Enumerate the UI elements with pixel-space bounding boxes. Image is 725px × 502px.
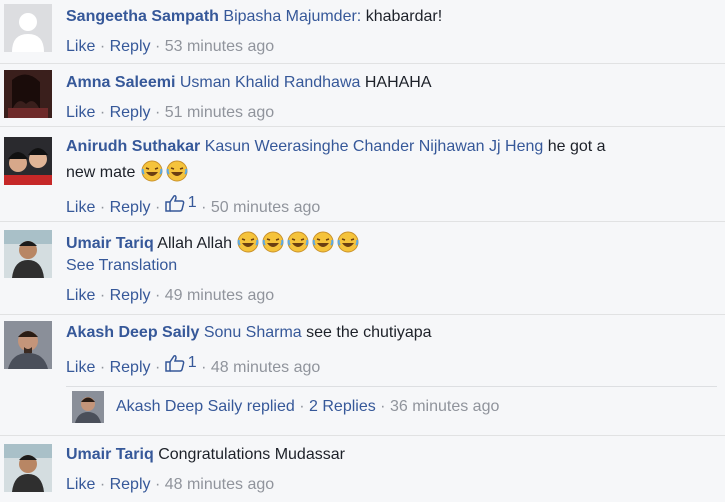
laughing-emoji-icon [140, 160, 164, 182]
see-translation-link[interactable]: See Translation [66, 255, 717, 277]
likes-count-value[interactable]: 1 [188, 192, 197, 214]
replied-label[interactable]: replied [247, 398, 295, 416]
separator: · [154, 38, 161, 55]
avatar[interactable] [4, 70, 52, 118]
tagged-user[interactable]: Bipasha Majumder: [223, 8, 361, 25]
comment-actions: Like · Reply · 53 minutes ago [66, 36, 717, 58]
laughing-emoji-icon [165, 160, 189, 182]
comment: Amna Saleemi Usman Khalid Randhawa HAHAH… [0, 63, 725, 126]
comment-text: HAHAHA [364, 74, 432, 91]
comment: Anirudh Suthakar Kasun Weerasinghe Chand… [0, 126, 725, 221]
comment-author[interactable]: Amna Saleemi [66, 74, 175, 91]
comment: Umair Tariq Congratulations Mudassar Lik… [0, 435, 725, 502]
reply-button[interactable]: Reply [110, 287, 151, 304]
comment-text-line: Amna Saleemi Usman Khalid Randhawa HAHAH… [66, 72, 717, 94]
comment-text-continued: new mate [66, 164, 136, 181]
comment-text: khabardar! [365, 8, 443, 25]
tagged-user[interactable]: Usman Khalid Randhawa [180, 74, 361, 91]
comment-actions: Like · Reply · 49 minutes ago [66, 285, 717, 307]
laughing-emoji-icon [286, 231, 310, 253]
separator: · [99, 359, 106, 376]
separator: · [99, 287, 106, 304]
emoji-group [236, 231, 361, 253]
comment-list: Sangeetha Sampath Bipasha Majumder: khab… [0, 0, 725, 502]
separator: · [154, 287, 161, 304]
tagged-user[interactable]: Sonu Sharma [204, 324, 302, 341]
like-button[interactable]: Like [66, 359, 95, 376]
comment-author[interactable]: Sangeetha Sampath [66, 8, 219, 25]
like-button[interactable]: Like [66, 199, 95, 216]
separator: · [154, 359, 161, 376]
reply-button[interactable]: Reply [110, 359, 151, 376]
reply-author[interactable]: Akash Deep Saily [116, 398, 242, 416]
comment-author[interactable]: Umair Tariq [66, 235, 154, 252]
comment-text-line: Sangeetha Sampath Bipasha Majumder: khab… [66, 6, 717, 28]
comment-actions: Like · Reply · 1 · 48 minutes ago [66, 352, 717, 379]
tagged-user[interactable]: Kasun Weerasinghe Chander Nijhawan Jj He… [205, 138, 544, 155]
comment-actions: Like · Reply · 1 · 50 minutes ago [66, 192, 717, 219]
separator: · [99, 38, 106, 55]
timestamp[interactable]: 53 minutes ago [165, 38, 274, 55]
comment-author[interactable]: Anirudh Suthakar [66, 138, 200, 155]
timestamp[interactable]: 49 minutes ago [165, 287, 274, 304]
separator: · [201, 199, 207, 216]
comment-actions: Like · Reply · 51 minutes ago [66, 102, 717, 124]
comment-text: he got a [547, 138, 606, 155]
like-button[interactable]: Like [66, 287, 95, 304]
comment-actions: Like · Reply · 48 minutes ago [66, 474, 717, 496]
separator: · [201, 359, 207, 376]
separator: · [154, 199, 161, 216]
replies-count-link[interactable]: 2 Replies [309, 398, 376, 416]
likes-count[interactable]: 1 [164, 352, 197, 374]
like-button[interactable]: Like [66, 38, 95, 55]
avatar[interactable] [4, 444, 52, 492]
like-button[interactable]: Like [66, 476, 95, 493]
likes-count-value[interactable]: 1 [188, 352, 197, 374]
reply-button[interactable]: Reply [110, 199, 151, 216]
separator: · [99, 476, 106, 493]
timestamp[interactable]: 51 minutes ago [165, 104, 274, 121]
comment-author[interactable]: Akash Deep Saily [66, 324, 199, 341]
comment: Umair Tariq Allah Allah See Translation … [0, 221, 725, 314]
comment: Sangeetha Sampath Bipasha Majumder: khab… [0, 0, 725, 63]
comment: Akash Deep Saily Sonu Sharma see the chu… [0, 314, 725, 435]
separator: · [154, 476, 161, 493]
separator: · [99, 199, 106, 216]
laughing-emoji-icon [236, 231, 260, 253]
separator: · [380, 398, 386, 415]
comment-text: Allah Allah [157, 235, 233, 252]
comment-text-line: Umair Tariq Allah Allah [66, 231, 717, 255]
laughing-emoji-icon [336, 231, 360, 253]
comment-text: Congratulations Mudassar [158, 446, 345, 463]
thumbs-up-icon [164, 195, 185, 212]
timestamp[interactable]: 36 minutes ago [390, 398, 499, 416]
comment-text-line: Anirudh Suthakar Kasun Weerasinghe Chand… [66, 136, 717, 158]
reply-button[interactable]: Reply [110, 104, 151, 121]
separator: · [154, 104, 161, 121]
reply-button[interactable]: Reply [110, 476, 151, 493]
replies-summary[interactable]: Akash Deep Saily replied · 2 Replies · 3… [66, 386, 717, 427]
thumbs-up-icon [164, 355, 185, 372]
avatar[interactable] [4, 321, 52, 369]
comment-author[interactable]: Umair Tariq [66, 446, 154, 463]
timestamp[interactable]: 48 minutes ago [165, 476, 274, 493]
likes-count[interactable]: 1 [164, 192, 197, 214]
reply-avatar[interactable] [72, 391, 104, 423]
comment-text: see the chutiyapa [306, 324, 432, 341]
comment-text-line: Umair Tariq Congratulations Mudassar [66, 444, 717, 466]
comment-text-line: new mate [66, 160, 717, 184]
timestamp[interactable]: 48 minutes ago [211, 359, 320, 376]
avatar[interactable] [4, 137, 52, 185]
reply-button[interactable]: Reply [110, 38, 151, 55]
avatar[interactable] [4, 230, 52, 278]
laughing-emoji-icon [261, 231, 285, 253]
separator: · [99, 104, 106, 121]
avatar-default[interactable] [4, 4, 52, 52]
laughing-emoji-icon [311, 231, 335, 253]
comment-text-line: Akash Deep Saily Sonu Sharma see the chu… [66, 322, 717, 344]
like-button[interactable]: Like [66, 104, 95, 121]
separator: · [299, 398, 305, 415]
timestamp[interactable]: 50 minutes ago [211, 199, 320, 216]
